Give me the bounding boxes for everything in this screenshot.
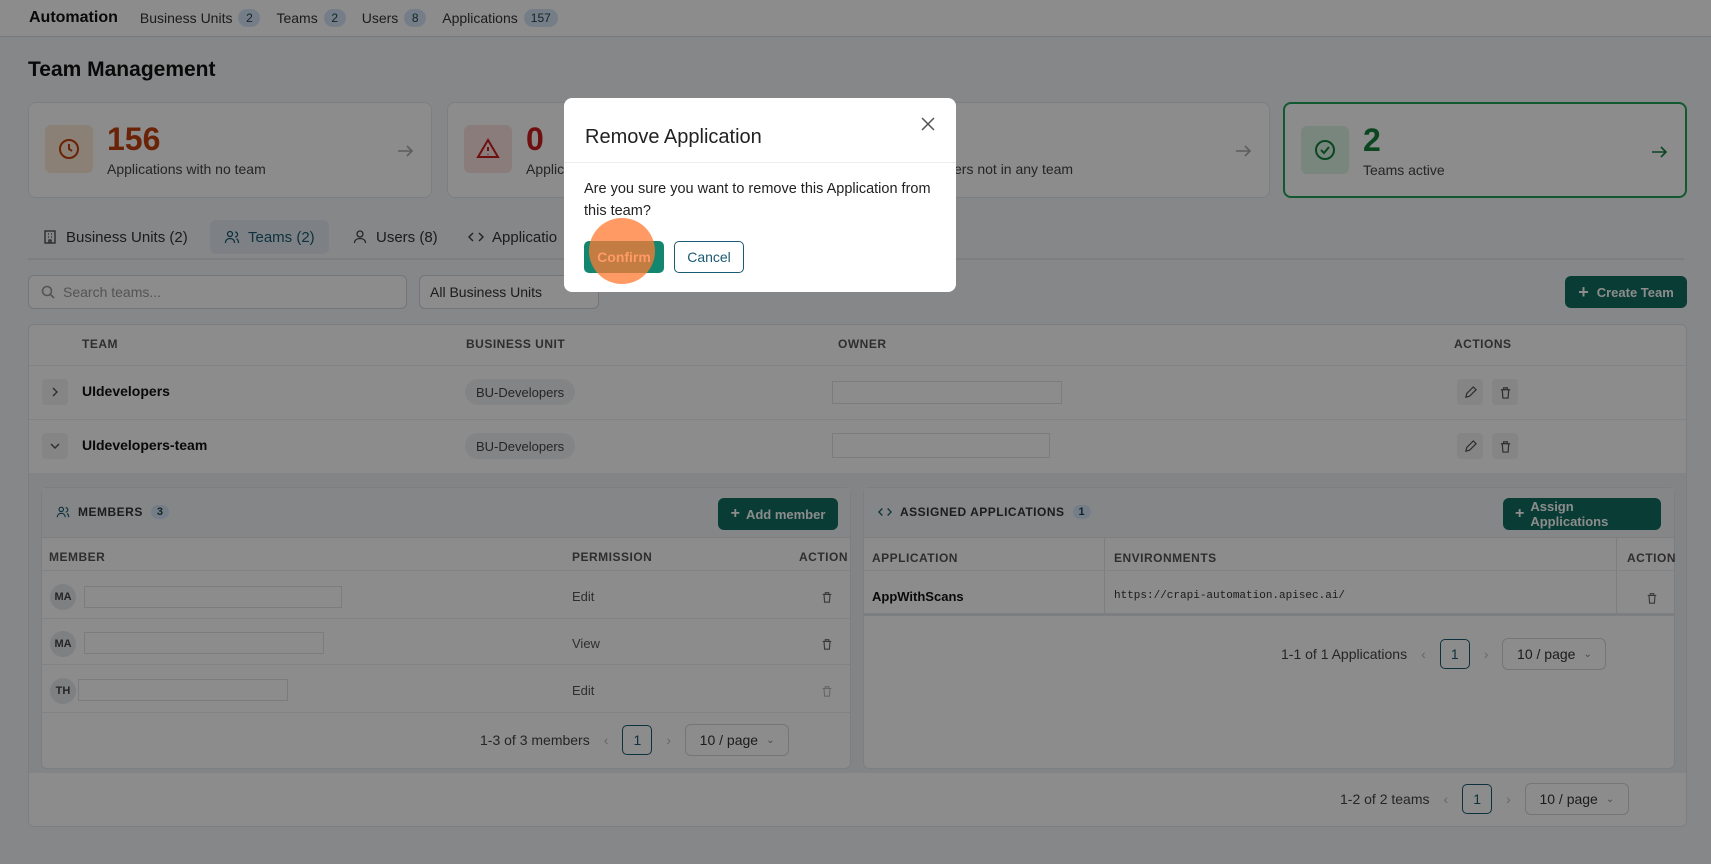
remove-application-dialog: Remove Application Are you sure you want… bbox=[564, 98, 956, 292]
dialog-title: Remove Application bbox=[585, 126, 762, 148]
button-label: Cancel bbox=[687, 249, 731, 265]
close-icon[interactable] bbox=[918, 114, 938, 134]
cancel-button[interactable]: Cancel bbox=[674, 241, 744, 273]
dialog-message: Are you sure you want to remove this App… bbox=[584, 181, 931, 219]
button-label: Confirm bbox=[597, 249, 651, 265]
confirm-button[interactable]: Confirm bbox=[584, 241, 664, 273]
